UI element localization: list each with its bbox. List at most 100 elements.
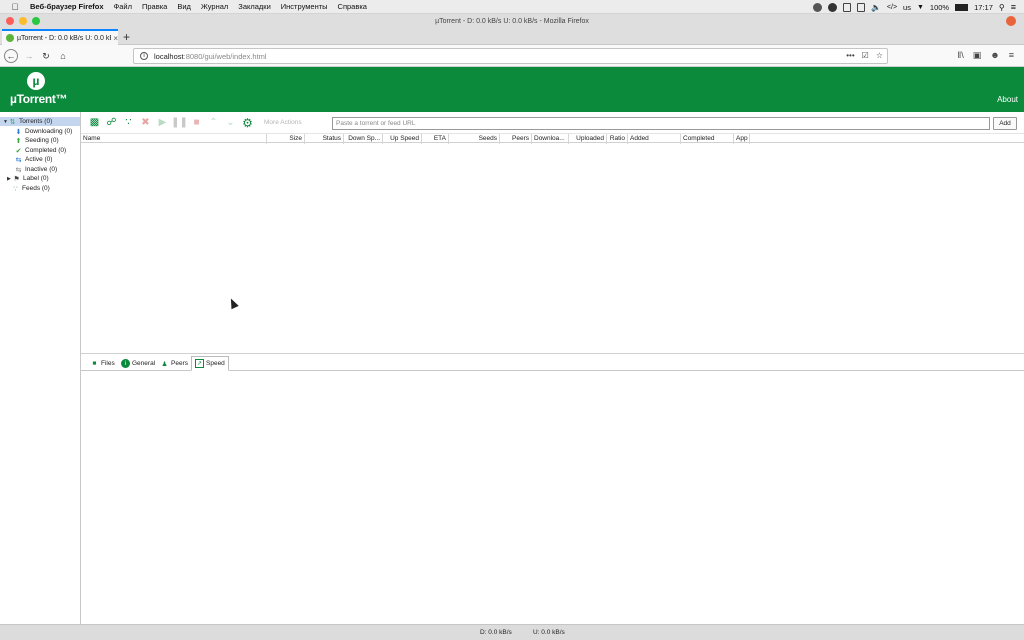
spotlight-icon[interactable]: ⚲: [999, 3, 1005, 12]
tab-title: µTorrent - D: 0.0 kB/s U: 0.0 kB/s: [17, 34, 112, 42]
tab-general-label: General: [132, 360, 156, 367]
address-bar[interactable]: i localhost:8080/gui/web/index.html ••• …: [133, 48, 888, 64]
sidebar-item-active[interactable]: ⇆ Active (0): [15, 155, 53, 164]
bookmark-star-icon[interactable]: ☆: [876, 51, 883, 60]
about-link[interactable]: About: [997, 95, 1018, 104]
tab-files[interactable]: ■ Files: [87, 356, 118, 371]
sidebar-item-seeding[interactable]: ⬆ Seeding (0): [15, 136, 59, 145]
remove-icon[interactable]: ✖: [139, 116, 152, 129]
add-url-icon[interactable]: ☍: [105, 116, 118, 129]
menu-view[interactable]: Вид: [177, 2, 191, 11]
apple-icon[interactable]: : [10, 2, 20, 12]
stop-icon[interactable]: ■: [190, 116, 203, 129]
sidebar-label-seeding: Seeding (0): [25, 137, 59, 144]
column-eta[interactable]: ETA: [422, 134, 449, 144]
tab-peers[interactable]: ♟ Peers: [157, 356, 191, 371]
detail-tab-bar: ■ Files i General ♟ Peers ↗ Speed: [81, 353, 1024, 371]
column-size[interactable]: Size: [267, 134, 305, 144]
pause-icon[interactable]: ❚❚: [171, 116, 188, 129]
column-added[interactable]: Added: [628, 134, 681, 144]
battery-icon[interactable]: [955, 3, 969, 11]
keyboard-layout[interactable]: us: [903, 3, 911, 12]
status-app-icon[interactable]: [812, 2, 822, 12]
start-icon[interactable]: ▶: [156, 116, 169, 129]
download-arrow-icon: ⬇: [15, 128, 22, 136]
url-path: :8080/gui/web/index.html: [183, 51, 267, 61]
column-ratio[interactable]: Ratio: [607, 134, 628, 144]
window-controls: [6, 17, 40, 25]
peers-icon: ♟: [161, 360, 168, 368]
add-button[interactable]: Add: [993, 117, 1017, 130]
torrent-url-input[interactable]: [332, 117, 990, 130]
home-button[interactable]: ⌂: [56, 49, 70, 63]
info-icon: i: [121, 359, 130, 368]
tab-general[interactable]: i General: [118, 356, 158, 371]
menu-file[interactable]: Файл: [114, 2, 132, 11]
new-tab-button[interactable]: +: [123, 30, 130, 44]
sidebar-item-downloading[interactable]: ⬇ Downloading (0): [15, 127, 73, 136]
library-icon[interactable]: ‖\: [958, 50, 964, 61]
forward-button[interactable]: →: [22, 49, 36, 63]
site-info-icon[interactable]: i: [140, 52, 148, 60]
account-icon[interactable]: ☻: [990, 50, 999, 61]
menu-hamburger-icon[interactable]: ≡: [1009, 50, 1014, 61]
more-actions-button[interactable]: More Actions: [264, 119, 302, 126]
browser-toolbar-right: ‖\ ▣ ☻ ≡: [958, 50, 1014, 61]
add-rss-icon[interactable]: ∵: [122, 116, 135, 129]
column-seeds[interactable]: Seeds: [449, 134, 500, 144]
code-icon[interactable]: </>: [887, 4, 897, 11]
column-downloaded[interactable]: Downloa...: [532, 134, 569, 144]
column-peers[interactable]: Peers: [500, 134, 532, 144]
clock[interactable]: 17:17: [974, 3, 993, 12]
zoom-window-icon[interactable]: [32, 17, 40, 25]
column-down-speed[interactable]: Down Sp...: [344, 134, 383, 144]
column-completed[interactable]: Completed: [681, 134, 734, 144]
menu-tools[interactable]: Инструменты: [281, 2, 328, 11]
menu-help[interactable]: Справка: [338, 2, 367, 11]
page-actions-icon[interactable]: •••: [846, 51, 854, 60]
status-area: 🔈 </> us ▼ 100% 17:17 ⚲ ≡: [812, 0, 1016, 14]
column-status[interactable]: Status: [305, 134, 344, 144]
notification-center-icon[interactable]: ≡: [1011, 2, 1016, 12]
menu-bookmarks[interactable]: Закладки: [238, 2, 270, 11]
sidebar-toggle-icon[interactable]: ▣: [973, 50, 982, 61]
torrent-list[interactable]: Name Size Status Down Sp... Up Speed ETA…: [81, 133, 1024, 353]
add-torrent-icon[interactable]: ▩: [88, 116, 101, 129]
status-vpn-icon[interactable]: [827, 2, 837, 12]
move-up-icon[interactable]: ⌃: [207, 116, 220, 129]
rss-feed-icon: ∵: [13, 185, 18, 193]
active-arrows-icon: ⇆: [15, 156, 22, 164]
torrents-icon: ⇅: [9, 118, 16, 126]
minimize-window-icon[interactable]: [19, 17, 27, 25]
notes-icon[interactable]: [856, 2, 865, 12]
tab-files-label: Files: [101, 360, 115, 367]
sidebar-item-completed[interactable]: ✔ Completed (0): [15, 146, 67, 155]
move-down-icon[interactable]: ⌄: [224, 116, 237, 129]
settings-gear-icon[interactable]: ⚙: [241, 116, 254, 130]
back-button[interactable]: ←: [4, 49, 18, 63]
wifi-icon[interactable]: ▼: [917, 4, 924, 11]
firefox-account-icon[interactable]: [1006, 16, 1016, 26]
menu-history[interactable]: Журнал: [201, 2, 228, 11]
volume-icon[interactable]: 🔈: [871, 3, 881, 12]
column-name[interactable]: Name: [81, 134, 267, 144]
sidebar-label-label: Label (0): [23, 175, 49, 182]
column-app[interactable]: App: [734, 134, 750, 144]
sidebar-item-inactive[interactable]: ⇆ Inactive (0): [15, 165, 58, 174]
column-uploaded[interactable]: Uploaded: [569, 134, 607, 144]
column-up-speed[interactable]: Up Speed: [383, 134, 422, 144]
sidebar-label-active: Active (0): [25, 156, 53, 163]
reload-button[interactable]: ↻: [39, 49, 53, 63]
clipboard-icon[interactable]: [842, 2, 851, 12]
menu-edit[interactable]: Правка: [142, 2, 167, 11]
pocket-icon[interactable]: ☑: [862, 51, 869, 60]
tab-speed[interactable]: ↗ Speed: [191, 356, 229, 371]
sidebar-item-feeds[interactable]: ∵ Feeds (0): [12, 184, 50, 193]
close-window-icon[interactable]: [6, 17, 14, 25]
sidebar-item-torrents[interactable]: ▼ ⇅ Torrents (0): [0, 117, 80, 126]
app-name-menu[interactable]: Веб-браузер Firefox: [30, 2, 104, 11]
battery-percent[interactable]: 100%: [930, 3, 949, 12]
sidebar-item-label[interactable]: ▶ ⚑ Label (0): [7, 174, 49, 183]
browser-tab-utorrent[interactable]: µTorrent - D: 0.0 kB/s U: 0.0 kB/s ×: [2, 29, 118, 45]
tab-close-icon[interactable]: ×: [113, 34, 118, 43]
